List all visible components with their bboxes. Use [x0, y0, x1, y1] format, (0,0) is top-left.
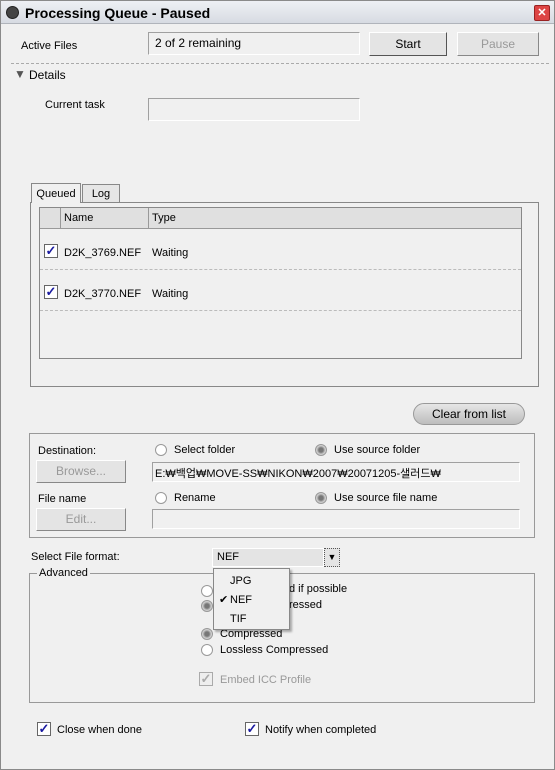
- file-status: Waiting: [152, 247, 189, 259]
- menu-item-tif[interactable]: TIF: [230, 613, 247, 625]
- select-folder-label: Select folder: [174, 444, 236, 456]
- start-button[interactable]: Start: [369, 32, 447, 56]
- rename-radio[interactable]: [155, 492, 167, 504]
- use-source-file-name-radio[interactable]: [315, 492, 327, 504]
- compressed-radio[interactable]: [201, 628, 213, 640]
- checkmark-icon: ✔: [219, 594, 229, 606]
- option-label-partial: ressed: [289, 599, 323, 611]
- window-title: Processing Queue - Paused: [25, 5, 211, 21]
- embed-icc-checkbox[interactable]: ✓: [199, 672, 213, 686]
- tab-queued[interactable]: Queued: [31, 183, 81, 203]
- use-source-folder-label: Use source folder: [334, 444, 421, 456]
- current-task-label: Current task: [45, 99, 105, 111]
- details-toggle[interactable]: Details: [29, 68, 66, 82]
- divider: [11, 63, 549, 64]
- file-name-label: File name: [38, 493, 87, 505]
- use-source-folder-radio[interactable]: [315, 444, 327, 456]
- pause-button[interactable]: Pause: [457, 32, 539, 56]
- queue-table: Name Type ✓ D2K_3769.NEF Waiting ✓ D2K_3…: [39, 207, 522, 359]
- select-folder-radio[interactable]: [155, 444, 167, 456]
- browse-button[interactable]: Browse...: [36, 460, 126, 483]
- title-bar: Processing Queue - Paused ✕: [1, 1, 554, 24]
- lossless-compressed-radio[interactable]: [201, 644, 213, 656]
- lossless-compressed-label: Lossless Compressed: [220, 644, 329, 656]
- file-format-menu: JPG ✔ NEF TIF: [213, 568, 290, 630]
- app-logo-icon: [6, 6, 19, 19]
- table-header: Name Type: [40, 208, 521, 229]
- file-format-label: Select File format:: [31, 551, 120, 563]
- notify-when-completed-checkbox[interactable]: ✓: [245, 722, 259, 736]
- row-checkbox[interactable]: ✓: [44, 285, 58, 299]
- rename-label: Rename: [174, 492, 216, 504]
- use-source-file-name-label: Use source file name: [334, 492, 438, 504]
- chevron-down-icon[interactable]: ▼: [324, 548, 340, 567]
- close-icon[interactable]: ✕: [534, 5, 550, 21]
- row-checkbox[interactable]: ✓: [44, 244, 58, 258]
- option-label-partial: d if possible: [289, 583, 348, 595]
- option-radio[interactable]: [201, 600, 213, 612]
- menu-item-nef[interactable]: NEF: [230, 594, 252, 606]
- menu-item-jpg[interactable]: JPG: [230, 575, 251, 587]
- active-files-label: Active Files: [21, 40, 78, 52]
- destination-label: Destination:: [38, 445, 97, 457]
- table-row[interactable]: ✓ D2K_3770.NEF Waiting: [40, 271, 521, 311]
- close-when-done-label: Close when done: [57, 724, 143, 736]
- embed-icc-label: Embed ICC Profile: [220, 674, 312, 686]
- file-name: D2K_3770.NEF: [64, 288, 142, 300]
- close-when-done-checkbox[interactable]: ✓: [37, 722, 51, 736]
- processing-queue-window: Processing Queue - Paused ✕ Active Files…: [0, 0, 555, 770]
- details-toggle-icon[interactable]: ▼: [14, 67, 26, 81]
- file-name: D2K_3769.NEF: [64, 247, 142, 259]
- clear-from-list-button[interactable]: Clear from list: [413, 403, 525, 425]
- notify-when-completed-label: Notify when completed: [265, 724, 377, 736]
- destination-path-field[interactable]: E:₩백업₩MOVE-SS₩NIKON₩2007₩20071205-샐러드₩: [152, 462, 520, 482]
- table-row[interactable]: ✓ D2K_3769.NEF Waiting: [40, 230, 521, 270]
- tab-log[interactable]: Log: [82, 184, 120, 202]
- column-header-type[interactable]: Type: [148, 208, 521, 229]
- file-status: Waiting: [152, 288, 189, 300]
- edit-button[interactable]: Edit...: [36, 508, 126, 531]
- column-header-name[interactable]: Name: [60, 208, 148, 229]
- active-files-field: 2 of 2 remaining: [148, 32, 360, 55]
- option-radio[interactable]: [201, 585, 213, 597]
- file-name-field[interactable]: [152, 509, 520, 529]
- current-task-field: [148, 98, 360, 121]
- advanced-label: Advanced: [37, 567, 90, 579]
- file-format-select[interactable]: NEF: [212, 548, 324, 567]
- queued-panel: Name Type ✓ D2K_3769.NEF Waiting ✓ D2K_3…: [30, 202, 539, 387]
